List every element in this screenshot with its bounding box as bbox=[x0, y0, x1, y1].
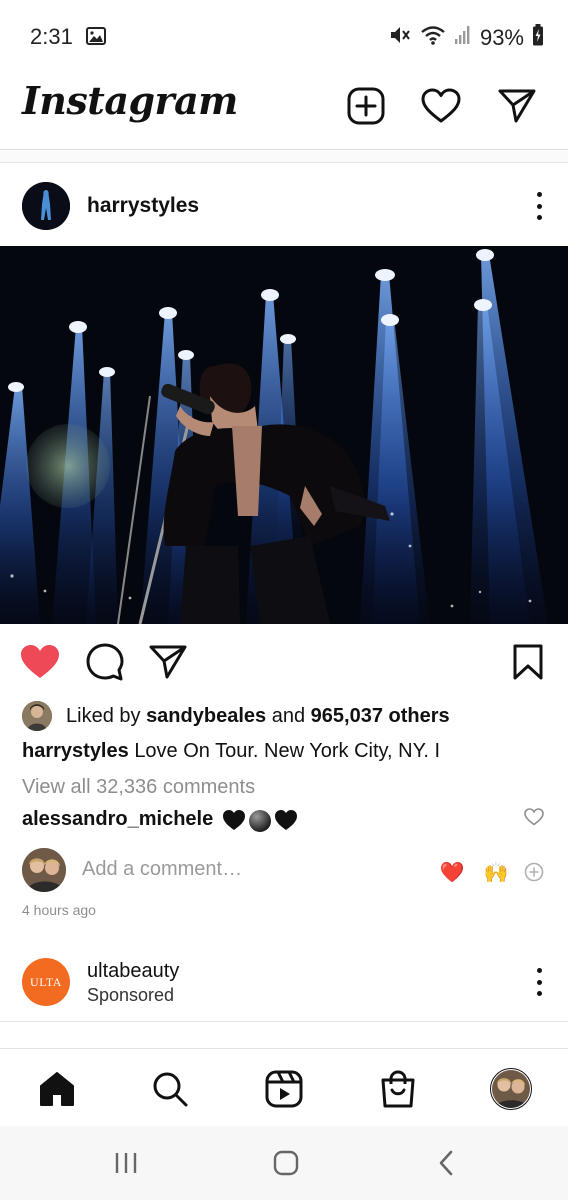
sponsored-post-header: ULTA ultabeauty Sponsored bbox=[0, 952, 568, 1022]
post-caption: harrystyles Love On Tour. New York City,… bbox=[22, 740, 440, 763]
comment-emoji bbox=[222, 809, 298, 833]
add-comment-row: Add a comment… ❤️ 🙌 bbox=[22, 848, 546, 894]
post-timestamp: 4 hours ago bbox=[22, 902, 96, 918]
activity-heart-icon[interactable] bbox=[421, 86, 461, 126]
sponsored-label: Sponsored bbox=[87, 985, 175, 1005]
add-comment-input[interactable]: Add a comment… bbox=[82, 858, 242, 881]
signal-icon bbox=[454, 25, 472, 50]
home-button[interactable] bbox=[266, 1146, 306, 1180]
status-bar: 2:31 93% bbox=[0, 0, 568, 72]
instagram-logo[interactable]: Instagram bbox=[22, 78, 238, 123]
share-icon[interactable] bbox=[148, 642, 188, 682]
add-reaction-plus-icon[interactable] bbox=[520, 858, 548, 886]
search-icon[interactable] bbox=[148, 1067, 192, 1111]
post-username[interactable]: harrystyles bbox=[87, 194, 199, 218]
wifi-icon bbox=[420, 24, 446, 51]
black-circle-emoji-icon bbox=[248, 809, 271, 832]
likes-summary[interactable]: Liked by sandybeales and 965,037 others bbox=[22, 700, 450, 732]
post-action-bar bbox=[0, 624, 568, 696]
liked-by-user[interactable]: sandybeales bbox=[146, 705, 266, 727]
image-icon bbox=[86, 27, 106, 50]
battery-charging-icon bbox=[532, 24, 544, 51]
comment-icon[interactable] bbox=[85, 642, 125, 682]
top-comment: alessandro_michele bbox=[22, 808, 546, 836]
liker-avatar bbox=[22, 701, 52, 731]
home-icon[interactable] bbox=[35, 1067, 79, 1111]
recent-apps-button[interactable] bbox=[106, 1146, 146, 1180]
ulta-logo[interactable]: ULTA bbox=[22, 958, 70, 1006]
shop-icon[interactable] bbox=[376, 1067, 420, 1111]
liked-by-and: and bbox=[271, 704, 306, 727]
sponsored-more-options-icon[interactable] bbox=[534, 968, 544, 996]
ulta-logo-text: ULTA bbox=[30, 974, 62, 989]
status-indicators: 93% bbox=[388, 24, 544, 51]
comment-like-heart-icon[interactable] bbox=[524, 808, 544, 831]
stories-strip bbox=[0, 151, 568, 163]
more-options-icon[interactable] bbox=[534, 192, 544, 220]
mute-icon bbox=[388, 24, 412, 51]
battery-percent: 93% bbox=[479, 24, 524, 50]
direct-message-icon[interactable] bbox=[497, 86, 537, 126]
comment-username[interactable]: alessandro_michele bbox=[22, 808, 213, 830]
liked-by-others[interactable]: 965,037 others bbox=[311, 705, 450, 727]
bottom-nav bbox=[0, 1048, 568, 1126]
quick-react-raised-hands[interactable]: 🙌 bbox=[482, 858, 510, 886]
current-user-avatar bbox=[22, 848, 66, 892]
profile-avatar[interactable] bbox=[489, 1067, 533, 1111]
quick-react-heart[interactable]: ❤️ bbox=[438, 858, 466, 886]
post-author-avatar[interactable] bbox=[22, 182, 70, 230]
caption-username[interactable]: harrystyles bbox=[22, 740, 129, 762]
app-header: Instagram bbox=[0, 72, 568, 150]
black-heart-emoji-icon bbox=[222, 809, 245, 830]
status-time: 2:31 bbox=[30, 24, 73, 49]
view-all-comments-link[interactable]: View all 32,336 comments bbox=[22, 776, 255, 799]
new-post-icon[interactable] bbox=[346, 86, 386, 126]
reels-icon[interactable] bbox=[262, 1067, 306, 1111]
post-header: harrystyles bbox=[0, 164, 568, 246]
like-heart-icon[interactable] bbox=[20, 642, 60, 682]
black-heart-emoji-icon bbox=[274, 809, 297, 830]
caption-text: Love On Tour. New York City, NY. I bbox=[134, 740, 441, 762]
back-button[interactable] bbox=[426, 1146, 466, 1180]
post-photo[interactable] bbox=[0, 246, 568, 624]
sponsored-username[interactable]: ultabeauty bbox=[87, 960, 179, 983]
liked-by-prefix: Liked by bbox=[66, 704, 141, 727]
save-bookmark-icon[interactable] bbox=[508, 642, 548, 682]
system-nav-bar bbox=[0, 1126, 568, 1200]
